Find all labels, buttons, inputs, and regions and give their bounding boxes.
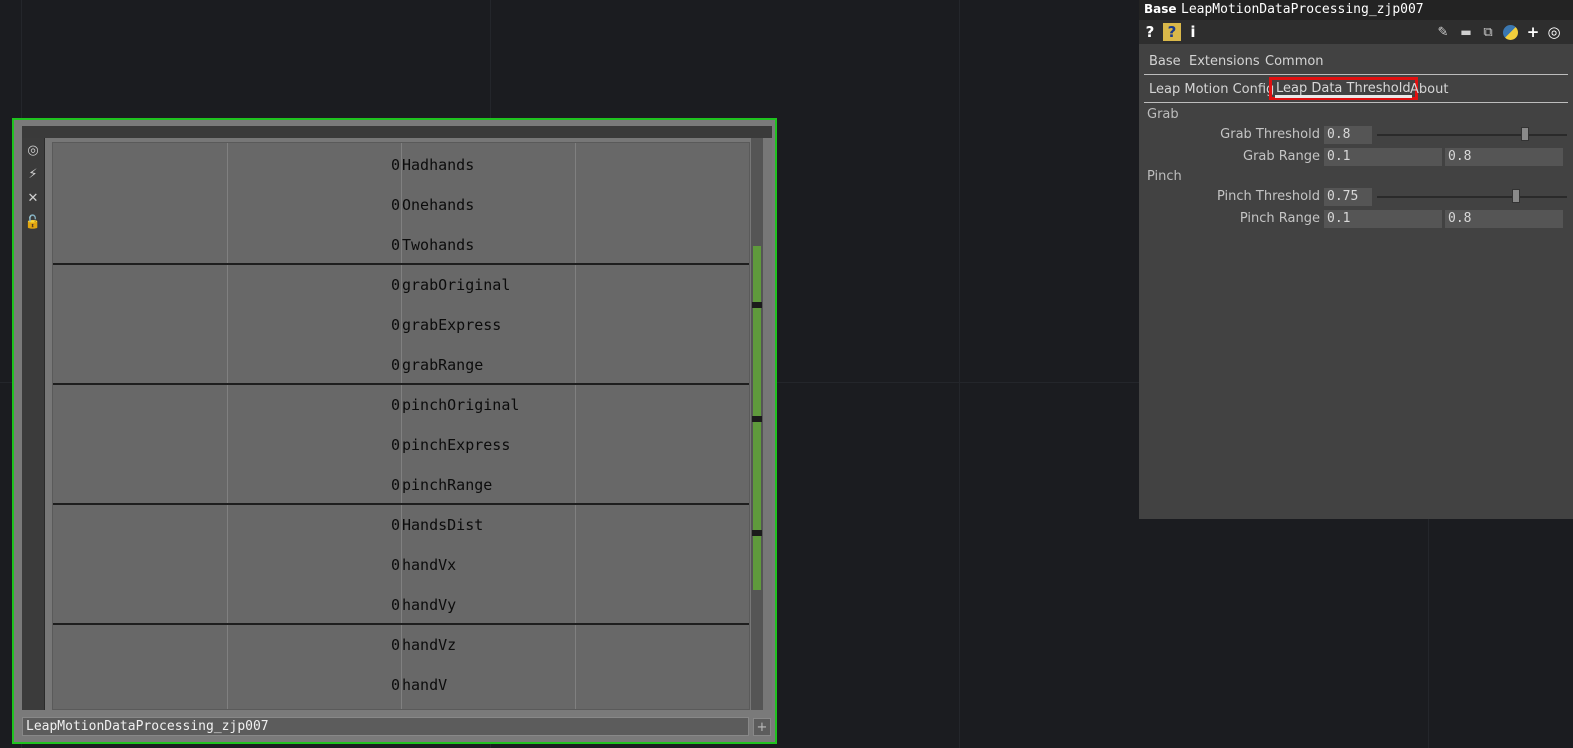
channel-row: 0 Onehands [53, 185, 749, 225]
grab-range-max-field[interactable]: 0.8 [1445, 148, 1563, 166]
grab-range-min-field[interactable]: 0.1 [1324, 148, 1442, 166]
channel-row: 0 pinchOriginal [53, 385, 749, 425]
graph-icon[interactable]: ⚡ [25, 166, 41, 182]
channel-name: handVz [402, 636, 457, 654]
tab-base[interactable]: Base [1149, 54, 1181, 69]
channel-row: 0 pinchExpress [53, 425, 749, 465]
channel-row: 0 handV [53, 665, 749, 705]
channel-row: 0 handVz [53, 625, 749, 665]
parameter-panel: Base LeapMotionDataProcessing_zjp007 ? ?… [1139, 0, 1573, 519]
channel-row: 0 grabOriginal [53, 265, 749, 305]
scroll-segment [753, 536, 761, 590]
tab-common[interactable]: Common [1265, 54, 1324, 69]
channel-value: 0 [390, 436, 400, 454]
grab-threshold-slider-knob[interactable] [1521, 127, 1529, 141]
channel-row: 0 Twohands [53, 225, 749, 265]
operator-name[interactable]: LeapMotionDataProcessing_zjp007 [1181, 2, 1424, 17]
channel-value: 0 [390, 516, 400, 534]
help-icon[interactable]: ? [1143, 23, 1157, 41]
target-icon[interactable]: ◎ [1545, 23, 1563, 41]
tab-extensions[interactable]: Extensions [1189, 54, 1260, 69]
channel-name: pinchRange [402, 476, 493, 494]
channel-name: grabExpress [402, 316, 502, 334]
channel-name: pinchOriginal [402, 396, 520, 414]
channel-row: 0 pinchRange [53, 465, 749, 505]
lock-icon[interactable]: 🔓 [25, 214, 41, 230]
scroll-segment [753, 246, 761, 302]
grab-threshold-slider[interactable] [1377, 134, 1567, 136]
node-name-label[interactable]: LeapMotionDataProcessing_zjp007 [22, 717, 749, 736]
grid-line [959, 0, 960, 748]
pinch-threshold-slider-knob[interactable] [1511, 189, 1520, 203]
comment-icon[interactable]: ▬ [1457, 23, 1475, 41]
scroll-segment [753, 308, 761, 416]
channel-value: 0 [390, 396, 400, 414]
channel-name: handVx [402, 556, 457, 574]
base-operator-node[interactable]: ◎ ⚡ ✕ 🔓 0 Hadhands 0 Onehands 0 Twohands 0 grab… [12, 118, 777, 744]
python-icon[interactable] [1501, 23, 1519, 41]
grab-threshold-field[interactable]: 0.8 [1324, 126, 1372, 144]
panel-toolbar: ? ? i ✎ ▬ ⧉ + ◎ [1139, 20, 1573, 44]
node-scrollbar[interactable] [751, 138, 763, 710]
pinch-threshold-slider[interactable] [1377, 196, 1567, 198]
close-icon[interactable]: ✕ [25, 190, 41, 206]
channel-table: 0 Hadhands 0 Onehands 0 Twohands 0 grabOriginal… [52, 142, 750, 710]
channel-row: 0 handVx [53, 545, 749, 585]
section-pinch-title: Pinch [1147, 169, 1182, 184]
page-tabs-row-1: Base Extensions Common [1144, 52, 1568, 75]
channel-row: 0 Hadhands [53, 145, 749, 185]
channel-value: 0 [390, 596, 400, 614]
tab-about[interactable]: About [1410, 82, 1448, 97]
channel-row: 0 grabExpress [53, 305, 749, 345]
channel-value: 0 [390, 636, 400, 654]
node-title-bar[interactable] [22, 126, 772, 138]
channel-value: 0 [390, 676, 400, 694]
panel-header: Base LeapMotionDataProcessing_zjp007 [1139, 0, 1573, 20]
channel-value: 0 [390, 476, 400, 494]
channel-row: 0 HandsDist [53, 505, 749, 545]
tab-leap-data-threshold[interactable]: Leap Data Threshold [1269, 77, 1418, 100]
channel-value: 0 [390, 556, 400, 574]
node-viewer[interactable]: ◎ ⚡ ✕ 🔓 0 Hadhands 0 Onehands 0 Twohands 0 grab… [22, 138, 772, 710]
channel-name: pinchExpress [402, 436, 511, 454]
channel-name: handVy [402, 596, 457, 614]
channel-value: 0 [390, 156, 400, 174]
clipboard-icon[interactable]: ⧉ [1479, 23, 1497, 41]
page-tabs-row-2: Leap Motion Config Leap Data Threshold A… [1144, 77, 1568, 103]
channel-value: 0 [390, 356, 400, 374]
node-add-button[interactable]: + [753, 718, 771, 736]
channel-name: grabRange [402, 356, 484, 374]
channel-row: 0 grabRange [53, 345, 749, 385]
channel-name: handV [402, 676, 448, 694]
channel-value: 0 [390, 196, 400, 214]
section-grab-title: Grab [1147, 107, 1179, 122]
channel-value: 0 [390, 276, 400, 294]
pinch-range-max-field[interactable]: 0.8 [1445, 210, 1563, 228]
info-icon[interactable]: i [1187, 23, 1199, 41]
pencil-icon[interactable]: ✎ [1435, 23, 1451, 41]
grab-range-label: Grab Range [1243, 149, 1320, 164]
channel-value: 0 [390, 316, 400, 334]
channel-name: HandsDist [402, 516, 484, 534]
channel-name: Onehands [402, 196, 475, 214]
pinch-range-label: Pinch Range [1239, 211, 1320, 226]
operator-type-label: Base [1144, 2, 1177, 16]
scroll-segment [753, 422, 761, 530]
grab-threshold-label: Grab Threshold [1220, 127, 1320, 142]
tab-leap-motion-config[interactable]: Leap Motion Config [1149, 82, 1274, 97]
pinch-threshold-label: Pinch Threshold [1217, 189, 1320, 204]
target-icon[interactable]: ◎ [25, 142, 41, 158]
op-help-icon[interactable]: ? [1163, 23, 1181, 41]
channel-name: Twohands [402, 236, 475, 254]
channel-name: Hadhands [402, 156, 475, 174]
plus-icon[interactable]: + [1525, 23, 1541, 41]
channel-row: 0 handVy [53, 585, 749, 625]
channel-name: grabOriginal [402, 276, 511, 294]
pinch-range-min-field[interactable]: 0.1 [1324, 210, 1442, 228]
pinch-threshold-field[interactable]: 0.75 [1324, 188, 1372, 206]
node-side-toolbar: ◎ ⚡ ✕ 🔓 [22, 138, 45, 710]
channel-value: 0 [390, 236, 400, 254]
